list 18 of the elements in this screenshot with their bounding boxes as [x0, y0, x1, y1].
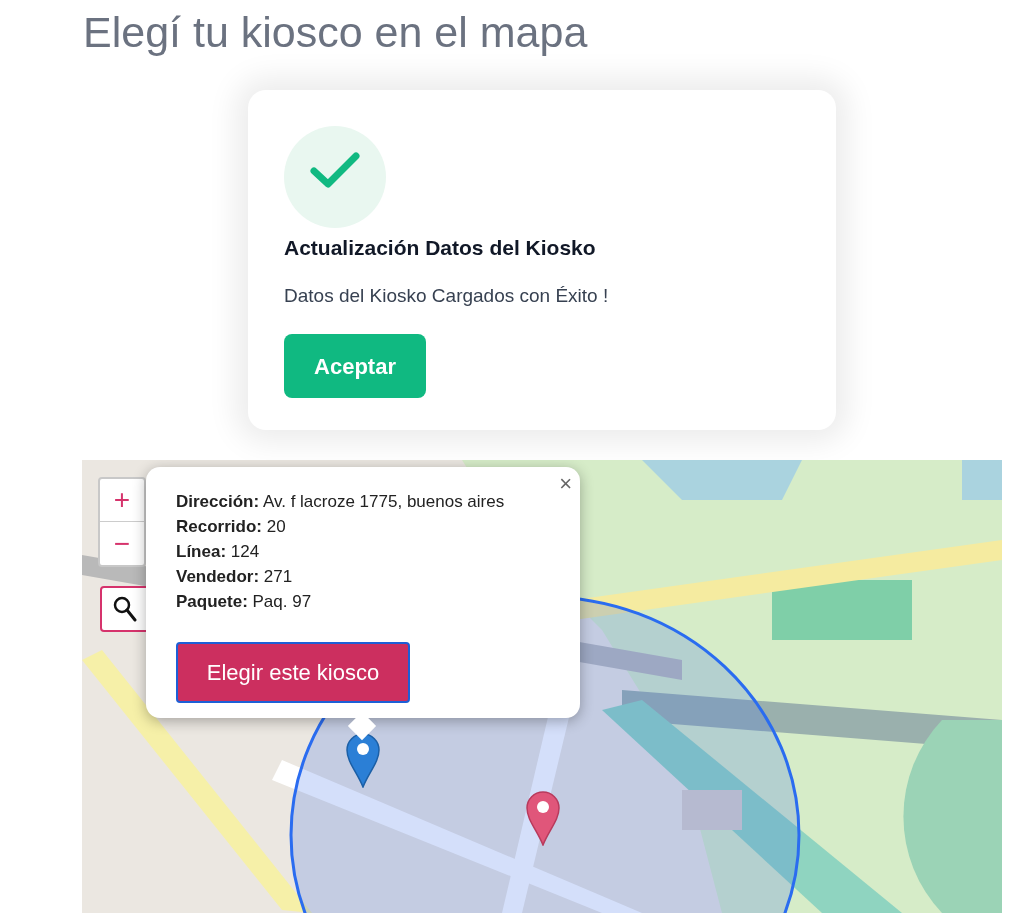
- dialog-message: Datos del Kiosko Cargados con Éxito !: [284, 283, 609, 308]
- accept-button[interactable]: Aceptar: [284, 334, 426, 398]
- info-line: Paquete: Paq. 97: [176, 591, 312, 613]
- check-icon: [284, 126, 386, 228]
- zoom-in-button[interactable]: +: [100, 479, 144, 522]
- search-icon: [113, 596, 137, 622]
- page-heading: Elegí tu kiosco en el mapa: [83, 7, 588, 58]
- map-marker-icon[interactable]: [525, 790, 561, 846]
- zoom-out-button[interactable]: −: [100, 522, 144, 565]
- map[interactable]: + − × Dirección: Av. f lacroze 1775, buenos aires Recorrido: 20 Línea: 124 Vendedor: 271 Paquete: Paq. 97 Elegir este kiosco: [82, 460, 1002, 913]
- info-line: Dirección: Av. f lacroze 1775, buenos aires: [176, 491, 505, 513]
- choose-kiosk-button[interactable]: Elegir este kiosco: [176, 642, 410, 703]
- close-button[interactable]: ×: [559, 473, 572, 495]
- map-marker-icon[interactable]: [345, 732, 381, 788]
- dialog-title: Actualización Datos del Kiosko: [284, 235, 596, 261]
- info-line: Vendedor: 271: [176, 566, 293, 588]
- info-line: Línea: 124: [176, 541, 260, 563]
- info-line: Recorrido: 20: [176, 516, 286, 538]
